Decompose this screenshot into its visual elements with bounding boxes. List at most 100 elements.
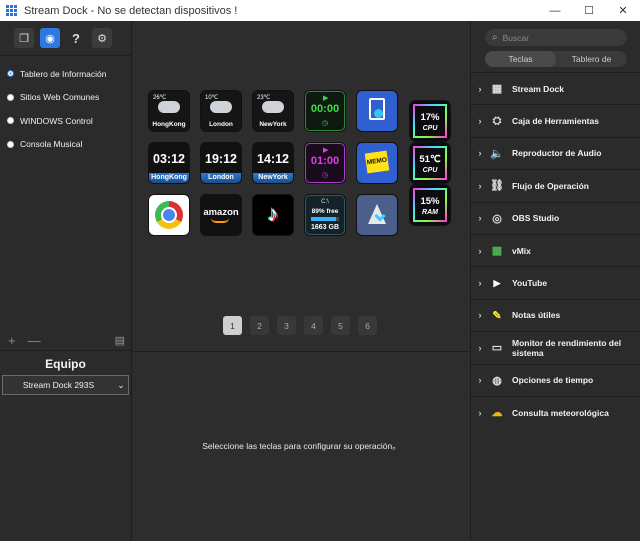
- page-button-5[interactable]: 5: [331, 316, 350, 335]
- tab-keys[interactable]: Teclas: [485, 51, 556, 67]
- chevron-right-icon: ›: [478, 116, 482, 127]
- help-button[interactable]: ?: [66, 28, 86, 48]
- weather-key-newyork[interactable]: 23℃ NewYork: [253, 91, 293, 131]
- radio-selected[interactable]: [7, 70, 14, 78]
- settings-button[interactable]: ⚙: [92, 28, 112, 48]
- category-time-options[interactable]: › ◍ Opciones de tiempo: [471, 363, 640, 396]
- amazon-smile-icon: [211, 218, 229, 223]
- page-selector: 1 2 3 4 5 6: [223, 316, 377, 335]
- clock-key-newyork[interactable]: 14:12 NewYork: [253, 143, 293, 183]
- cpu-temp-value: 51℃: [419, 154, 441, 165]
- search-icon: ⌕: [492, 32, 498, 43]
- remove-profile-button[interactable]: —: [28, 333, 41, 348]
- chrome-key[interactable]: [149, 195, 189, 235]
- category-sticky-notes[interactable]: › ✎ Notas útiles: [471, 298, 640, 331]
- window-title: Stream Dock - No se detectan dispositivo…: [24, 4, 238, 17]
- profile-label: WINDOWS Control: [20, 115, 93, 126]
- chevron-right-icon: ›: [478, 83, 482, 94]
- disk-free: 89% free: [311, 208, 339, 215]
- profile-label: Tablero de Información: [20, 68, 107, 79]
- page-button-3[interactable]: 3: [277, 316, 296, 335]
- disk-key[interactable]: C:\ 89% free 1663 GB: [305, 195, 345, 235]
- chevron-right-icon: ›: [478, 407, 482, 418]
- profile-item[interactable]: Tablero de Información: [0, 62, 131, 86]
- memo-key[interactable]: MEMO: [357, 143, 397, 183]
- clock-key-hongkong[interactable]: 03:12 HongKong: [149, 143, 189, 183]
- plugin-tabs: Teclas Tablero de: [485, 51, 627, 67]
- left-toolbar: ❐ ◉ ? ⚙: [0, 21, 131, 48]
- minimize-button[interactable]: —: [538, 0, 572, 21]
- category-audio-player[interactable]: › 🔈 Reproductor de Audio: [471, 136, 640, 169]
- timer-key-green[interactable]: ▶ 00:00 ◷: [305, 91, 345, 131]
- category-label: Reproductor de Audio: [512, 148, 602, 159]
- clock-time: 19:12: [205, 152, 237, 166]
- configuration-hint: Seleccione las teclas para configurar su…: [202, 441, 401, 451]
- ram-usage-value: 15%: [420, 196, 440, 207]
- search-input[interactable]: ⌕ Buscar: [485, 29, 627, 46]
- chevron-right-icon: ›: [478, 245, 482, 256]
- title-bar: Stream Dock - No se detectan dispositivo…: [0, 0, 640, 21]
- youtube-icon: ▶: [493, 277, 501, 288]
- device-select[interactable]: Stream Dock 293S ⌄: [2, 375, 129, 395]
- tiktok-key[interactable]: ♪: [253, 195, 293, 235]
- globe-icon: ◍: [492, 374, 502, 387]
- weather-key-london[interactable]: 10℃ London: [201, 91, 241, 131]
- manage-profiles-icon[interactable]: ▤: [115, 334, 125, 347]
- radio[interactable]: [7, 117, 14, 125]
- play-icon: ▶: [323, 95, 329, 102]
- radio[interactable]: [7, 93, 14, 101]
- disk-drive: C:\: [321, 199, 329, 205]
- left-bottom: + — ▤ Equipo Stream Dock 293S ⌄: [0, 330, 131, 395]
- clock-city: HongKong: [149, 173, 189, 183]
- store-button[interactable]: ◉: [40, 28, 60, 48]
- obs-icon: ◎: [492, 212, 502, 225]
- page-button-2[interactable]: 2: [250, 316, 269, 335]
- category-weather[interactable]: › ☁ Consulta meteorológica: [471, 395, 640, 428]
- profiles-button[interactable]: ❐: [14, 28, 34, 48]
- weather-temp: 23℃: [257, 95, 271, 101]
- ram-usage-key[interactable]: 15% RAM: [410, 185, 450, 225]
- radio[interactable]: [7, 140, 14, 148]
- navigation-key[interactable]: [357, 195, 397, 235]
- category-label: Notas útiles: [512, 310, 561, 321]
- device-select-value: Stream Dock 293S: [22, 380, 95, 390]
- add-profile-button[interactable]: +: [8, 333, 16, 348]
- clipboard-key[interactable]: [357, 91, 397, 131]
- app-logo-icon: [6, 4, 18, 17]
- page-button-6[interactable]: 6: [358, 316, 377, 335]
- timer-key-magenta[interactable]: ▶ 01:00 ◷: [305, 143, 345, 183]
- profile-label: Sitios Web Comunes: [20, 92, 100, 103]
- category-system-monitor[interactable]: › ▭ Monitor de rendimiento del sistema: [471, 331, 640, 363]
- stopwatch-icon: ◷: [321, 120, 329, 127]
- amazon-key[interactable]: amazon: [201, 195, 241, 235]
- category-label: Stream Dock: [512, 83, 564, 94]
- chevron-right-icon: ›: [478, 375, 482, 386]
- maximize-button[interactable]: ☐: [572, 0, 606, 21]
- weather-city: NewYork: [259, 121, 287, 128]
- profiles-icon: ❐: [19, 32, 29, 45]
- category-vmix[interactable]: › ▦ vMix: [471, 233, 640, 266]
- cpu-temp-key[interactable]: 51℃ CPU: [410, 143, 450, 183]
- weather-key-hongkong[interactable]: 26℃ HongKong: [149, 91, 189, 131]
- clipboard-icon: [369, 98, 385, 120]
- profile-item[interactable]: Consola Musical: [0, 133, 131, 157]
- page-button-4[interactable]: 4: [304, 316, 323, 335]
- page-button-1[interactable]: 1: [223, 316, 242, 335]
- equipo-heading: Equipo: [45, 357, 86, 371]
- weather-temp: 10℃: [205, 95, 219, 101]
- chevron-right-icon: ›: [478, 342, 482, 353]
- category-flow[interactable]: › ⛓ Flujo de Operación: [471, 169, 640, 201]
- category-toolbox[interactable]: › ⛭ Caja de Herramientas: [471, 104, 640, 136]
- speaker-icon: 🔈: [490, 147, 504, 160]
- play-icon: ▶: [323, 147, 329, 154]
- category-stream-dock[interactable]: › ▦ Stream Dock: [471, 72, 640, 104]
- cpu-usage-key[interactable]: 17% CPU: [410, 101, 450, 141]
- category-youtube[interactable]: › ▶ YouTube: [471, 266, 640, 298]
- tab-dashboard[interactable]: Tablero de: [556, 51, 627, 67]
- weather-temp: 26℃: [153, 95, 167, 101]
- profile-item[interactable]: WINDOWS Control: [0, 109, 131, 133]
- profile-item[interactable]: Sitios Web Comunes: [0, 86, 131, 110]
- close-button[interactable]: ✕: [606, 0, 640, 21]
- clock-key-london[interactable]: 19:12 London: [201, 143, 241, 183]
- category-obs-studio[interactable]: › ◎ OBS Studio: [471, 201, 640, 234]
